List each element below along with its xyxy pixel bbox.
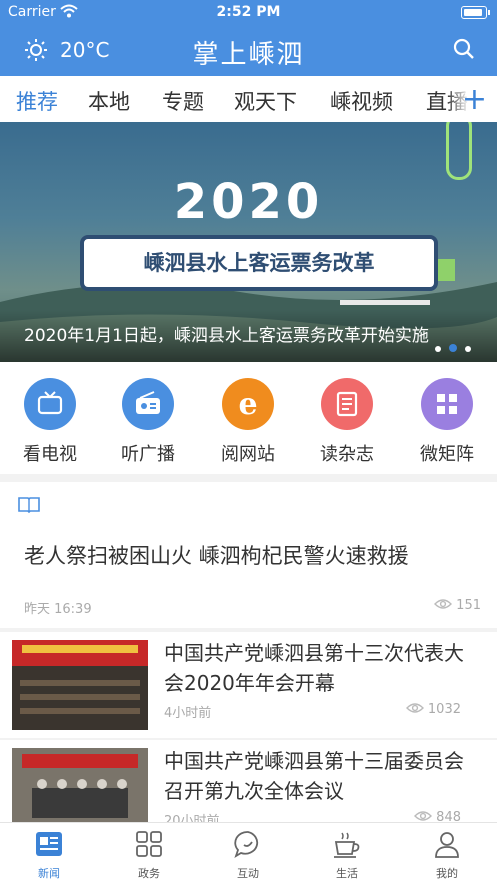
shortcut-magazine[interactable]: 读杂志 xyxy=(307,378,387,466)
banner-year: 2020 xyxy=(173,174,324,230)
shortcut-radio[interactable]: 听广播 xyxy=(108,378,188,466)
banner-caption: 2020年1月1日起，嵊泗县水上客运票务改革开始实施 xyxy=(24,326,429,346)
shortcut-label: 读杂志 xyxy=(320,444,374,465)
nav-news[interactable]: 新闻 xyxy=(14,829,84,881)
shortcut-row: 看电视 听广播 e 阅网站 读杂志 微矩阵 xyxy=(0,362,497,474)
shortcut-label: 看电视 xyxy=(23,444,77,465)
nav-interact[interactable]: 互动 xyxy=(213,829,283,881)
news-icon xyxy=(34,832,64,863)
feature-headline[interactable]: 老人祭扫被困山火 嵊泗枸杞民警火速救援 xyxy=(24,540,409,570)
tab-topics[interactable]: 专题 xyxy=(162,86,204,116)
grid-icon xyxy=(421,378,473,430)
browser-icon: e xyxy=(222,378,274,430)
clock: 2:52 PM xyxy=(216,4,281,20)
user-icon xyxy=(432,832,462,863)
paperclip-icon xyxy=(446,122,472,180)
status-bar: Carrier 2:52 PM xyxy=(0,0,497,24)
news-thumbnail xyxy=(12,640,148,730)
feature-views: 151 xyxy=(434,598,481,613)
battery-icon xyxy=(461,6,490,19)
view-count: 1032 xyxy=(427,702,461,717)
nav-life[interactable]: 生活 xyxy=(312,829,382,881)
coffee-icon xyxy=(332,832,362,863)
channel-tabs: 推荐 本地 专题 观天下 嵊视频 直播 + xyxy=(0,76,497,122)
eye-icon xyxy=(434,598,456,613)
tv-icon xyxy=(24,378,76,430)
feature-time: 昨天 16:39 xyxy=(24,602,92,617)
shortcut-label: 阅网站 xyxy=(221,444,275,465)
search-icon[interactable] xyxy=(453,38,475,64)
svg-text:e: e xyxy=(238,387,257,422)
shortcut-label: 听广播 xyxy=(121,444,175,465)
apps-grid-icon xyxy=(134,831,164,863)
shortcut-tv[interactable]: 看电视 xyxy=(10,378,90,466)
tab-video[interactable]: 嵊视频 xyxy=(330,86,393,116)
app-title: 掌上嵊泗 xyxy=(192,40,305,70)
carousel-dot[interactable] xyxy=(465,346,471,352)
news-views: 1032 xyxy=(405,702,461,717)
banner-carousel[interactable]: 2020 嵊泗县水上客运票务改革 2020年1月1日起，嵊泗县水上客运票务改革开… xyxy=(0,122,497,362)
news-time: 4小时前 xyxy=(164,706,212,721)
banner-sign: 嵊泗县水上客运票务改革 xyxy=(80,235,438,291)
nav-mine[interactable]: 我的 xyxy=(412,829,482,881)
news-title[interactable]: 中国共产党嵊泗县第十三次代表大会2020年年会开幕 xyxy=(164,638,474,698)
shortcut-label: 微矩阵 xyxy=(420,444,474,465)
chat-icon xyxy=(233,831,263,863)
nav-label: 生活 xyxy=(336,867,358,880)
nav-government[interactable]: 政务 xyxy=(114,829,184,881)
carousel-indicator xyxy=(427,337,471,356)
tab-world[interactable]: 观天下 xyxy=(234,86,297,116)
nav-label: 政务 xyxy=(138,867,160,880)
app-header: 20°C 掌上嵊泗 xyxy=(0,24,497,76)
carousel-dot[interactable] xyxy=(435,346,441,352)
nav-label: 互动 xyxy=(237,867,259,880)
nav-label: 我的 xyxy=(436,867,458,880)
magazine-icon xyxy=(321,378,373,430)
news-title[interactable]: 中国共产党嵊泗县第十三届委员会召开第九次全体会议 xyxy=(164,746,474,806)
radio-icon xyxy=(122,378,174,430)
bottom-tab-bar: 新闻 政务 互动 生活 我的 xyxy=(0,822,497,883)
section-divider xyxy=(0,474,497,482)
tab-local[interactable]: 本地 xyxy=(88,86,130,116)
add-channel-icon[interactable]: + xyxy=(462,82,487,117)
nav-label: 新闻 xyxy=(38,867,60,880)
eye-icon xyxy=(405,702,428,717)
carousel-dot-active[interactable] xyxy=(449,344,457,352)
tab-recommend[interactable]: 推荐 xyxy=(16,86,58,116)
shortcut-matrix[interactable]: 微矩阵 xyxy=(407,378,487,466)
book-icon xyxy=(18,496,40,518)
view-count: 151 xyxy=(456,598,481,613)
shortcut-web[interactable]: e 阅网站 xyxy=(208,378,288,466)
news-item[interactable]: 中国共产党嵊泗县第十三次代表大会2020年年会开幕 4小时前 1032 xyxy=(0,632,497,738)
feature-article[interactable]: 老人祭扫被困山火 嵊泗枸杞民警火速救援 昨天 16:39 151 xyxy=(0,482,497,628)
